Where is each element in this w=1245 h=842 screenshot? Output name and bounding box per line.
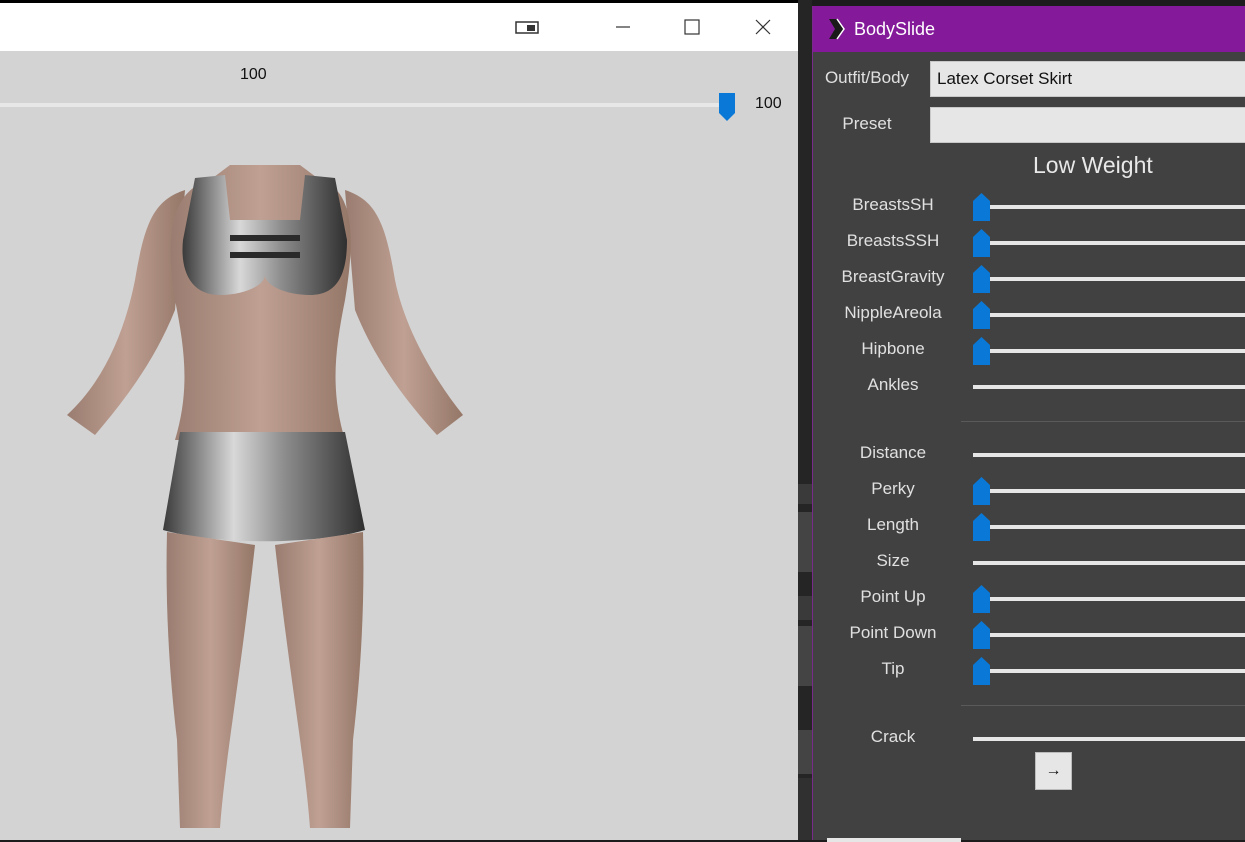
slider-thumb[interactable] (973, 585, 990, 613)
preview-slider-track[interactable] (0, 103, 728, 107)
outfit-body-label: Outfit/Body (824, 68, 910, 87)
preview-titlebar (0, 0, 798, 51)
group-separator (961, 705, 1245, 706)
slider-row-ankles: Ankles (813, 369, 1245, 405)
slider-row-point-down: Point Down (813, 617, 1245, 653)
slider-row-breastssh: BreastsSH (813, 189, 1245, 225)
slider-track[interactable] (973, 205, 1245, 209)
slider-track[interactable] (973, 349, 1245, 353)
bottom-tab[interactable] (827, 838, 961, 842)
model-preview-image (67, 165, 463, 828)
slider-label: NippleAreola (844, 303, 942, 322)
preview-window: 100 100 (0, 0, 798, 840)
slider-track[interactable] (973, 385, 1245, 389)
restore-window-icon[interactable] (505, 6, 551, 48)
slider-label: Point Down (849, 623, 937, 642)
maximize-icon[interactable] (669, 6, 715, 48)
slider-thumb[interactable] (973, 621, 990, 649)
slider-label: BreastsSSH (846, 231, 940, 250)
slider-track[interactable] (973, 737, 1245, 741)
preview-slider-thumb[interactable] (719, 93, 735, 121)
preset-select[interactable] (930, 107, 1245, 143)
slider-thumb[interactable] (973, 657, 990, 685)
slider-row-crack: Crack (813, 721, 1245, 757)
slider-label: Point Up (860, 587, 926, 606)
slider-label: Tip (881, 659, 905, 678)
slider-track[interactable] (973, 489, 1245, 493)
slider-row-hipbone: Hipbone (813, 333, 1245, 369)
slider-track[interactable] (973, 633, 1245, 637)
preset-label: Preset (842, 114, 892, 133)
slider-track[interactable] (973, 597, 1245, 601)
slider-thumb[interactable] (973, 513, 990, 541)
slider-track[interactable] (973, 277, 1245, 281)
slider-row-distance: Distance (813, 437, 1245, 473)
bodyslide-title: BodySlide (854, 19, 936, 39)
slider-label: Size (876, 551, 910, 570)
slider-row-point-up: Point Up (813, 581, 1245, 617)
bodyslide-titlebar: BodySlide (813, 6, 1245, 52)
slider-track[interactable] (973, 561, 1245, 565)
slider-thumb[interactable] (973, 193, 990, 221)
slider-row-breastsssh: BreastsSSH (813, 225, 1245, 261)
slider-label: BreastsSH (852, 195, 934, 214)
preview-slider-value: 100 (755, 95, 782, 112)
slider-track[interactable] (973, 313, 1245, 317)
slider-row-nippleareola: NippleAreola (813, 297, 1245, 333)
group-separator (961, 421, 1245, 422)
slider-row-length: Length (813, 509, 1245, 545)
slider-thumb[interactable] (973, 265, 990, 293)
slider-label: Length (867, 515, 919, 534)
slider-track[interactable] (973, 453, 1245, 457)
background-window-strip (798, 0, 812, 840)
bodyslide-window: BodySlide Outfit/Body Latex Corset Skirt… (812, 6, 1245, 842)
slider-row-tip: Tip (813, 653, 1245, 689)
slider-label: Distance (859, 443, 927, 462)
slider-track[interactable] (973, 241, 1245, 245)
slider-track[interactable] (973, 669, 1245, 673)
slider-track[interactable] (973, 525, 1245, 529)
slider-label: Crack (870, 727, 916, 746)
group-title: Low Weight (1033, 152, 1153, 178)
arrow-button[interactable]: → (1035, 752, 1072, 790)
slider-label: Ankles (867, 375, 919, 394)
slider-thumb[interactable] (973, 229, 990, 257)
slider-row-breastgravity: BreastGravity (813, 261, 1245, 297)
minimize-icon[interactable] (600, 6, 646, 48)
close-icon[interactable] (740, 6, 786, 48)
slider-label: BreastGravity (841, 267, 945, 286)
slider-thumb[interactable] (973, 301, 990, 329)
slider-thumb[interactable] (973, 337, 990, 365)
slider-row-size: Size (813, 545, 1245, 581)
slider-thumb[interactable] (973, 477, 990, 505)
slider-row-perky: Perky (813, 473, 1245, 509)
preview-top-value: 100 (240, 66, 267, 83)
outfit-body-select[interactable]: Latex Corset Skirt (930, 61, 1245, 97)
slider-label: Perky (871, 479, 915, 498)
slider-label: Hipbone (861, 339, 925, 358)
bodyslide-logo-icon (829, 18, 845, 40)
